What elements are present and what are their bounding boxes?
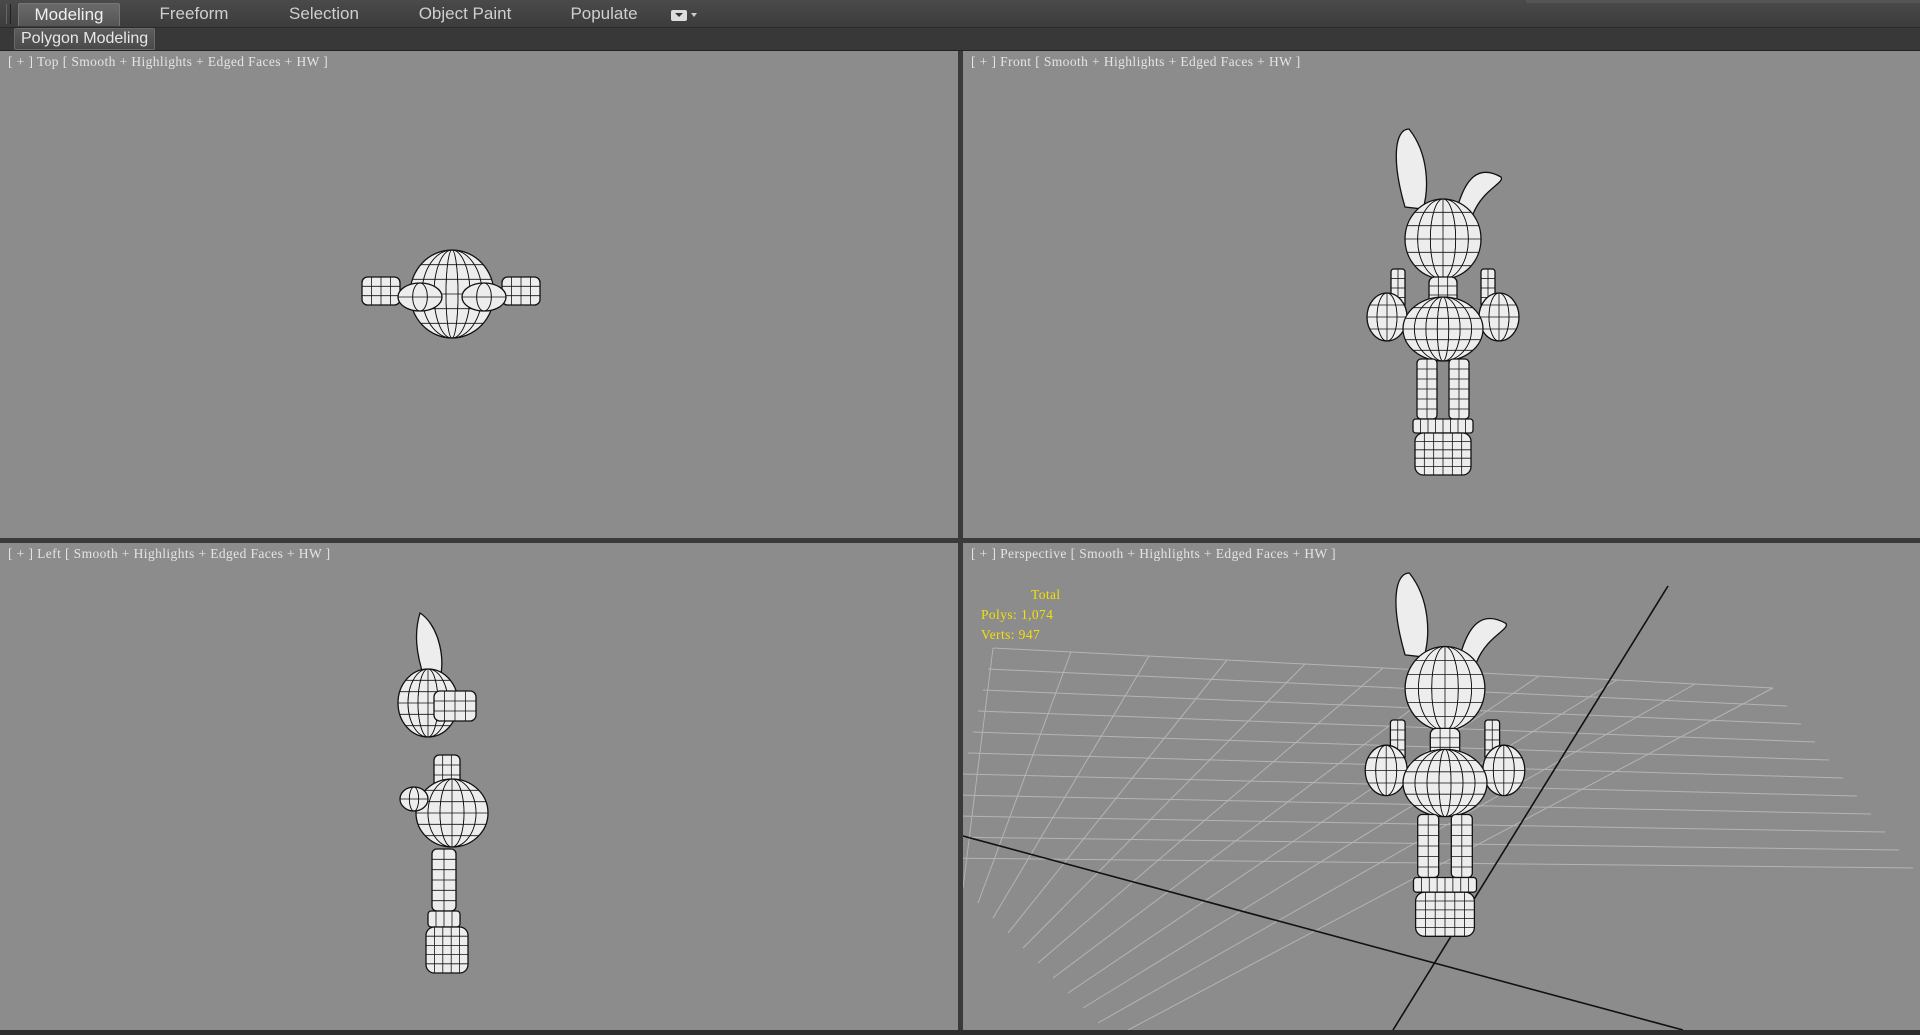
perspective-view-leg-cuffs [1412, 876, 1478, 893]
top-view-left-arm [397, 282, 443, 312]
viewport-menu-top[interactable]: [ + ] [8, 54, 33, 69]
perspective-view-left-ear [1395, 572, 1429, 658]
tab-selection[interactable]: Selection [272, 3, 376, 25]
viewport-pov-perspective[interactable]: Perspective [1000, 546, 1067, 561]
stats-verts: Verts: 947 [981, 627, 1041, 642]
front-view-belly [1402, 296, 1484, 362]
display-dropdown-icon [671, 9, 687, 21]
left-view-hand [399, 786, 429, 812]
viewport-menu-left[interactable]: [ + ] [8, 546, 33, 561]
tab-freeform[interactable]: Freeform [144, 3, 244, 25]
ribbon-display-menu-button[interactable] [671, 7, 705, 23]
viewport-shading-left[interactable]: [ Smooth + Highlights + Edged Faces + HW… [65, 546, 331, 561]
perspective-view-right-leg [1450, 813, 1473, 879]
status-bar-edge [0, 1030, 1920, 1035]
ribbon-panel-bar: Polygon Modeling [0, 28, 1920, 51]
front-view-head [1404, 198, 1482, 280]
front-view-left-glove [1366, 292, 1408, 342]
viewport-front[interactable]: [ + ] Front [ Smooth + Highlights + Edge… [963, 51, 1920, 538]
front-view-leg-cuffs [1412, 418, 1474, 434]
front-view-mesh [1366, 128, 1520, 476]
perspective-view-left-glove [1364, 744, 1408, 797]
left-view-boot [425, 926, 469, 974]
viewport-left[interactable]: [ + ] Left [ Smooth + Highlights + Edged… [0, 543, 958, 1030]
chevron-down-icon [691, 13, 697, 17]
viewport-label-perspective: [ + ] Perspective [ Smooth + Highlights … [971, 546, 1336, 562]
stats-total-label: Total [1031, 587, 1061, 602]
tab-modeling[interactable]: Modeling [18, 3, 120, 26]
front-view-boots [1414, 432, 1472, 476]
perspective-view-belly [1402, 748, 1488, 818]
top-view-right-glove [501, 276, 541, 306]
viewport-pov-front[interactable]: Front [1000, 54, 1031, 69]
top-view-mesh [361, 249, 541, 339]
left-view-belly [415, 778, 489, 848]
viewport-pov-top[interactable]: Top [37, 54, 59, 69]
viewport-pov-left[interactable]: Left [37, 546, 61, 561]
top-view-right-arm [461, 282, 507, 312]
viewport-label-top: [ + ] Top [ Smooth + Highlights + Edged … [8, 54, 328, 70]
left-view-face [433, 690, 477, 722]
front-view-left-ear [1395, 128, 1428, 210]
left-view-leg [431, 848, 457, 912]
perspective-view-scene [963, 572, 1914, 1030]
polygon-modeling-button[interactable]: Polygon Modeling [14, 28, 156, 50]
tab-object-paint[interactable]: Object Paint [410, 3, 520, 25]
ribbon-grip-handle[interactable] [6, 4, 11, 24]
scene-statistics: Total Polys: 1,074 Verts: 947 [981, 585, 1061, 645]
ribbon-tab-bar: Modeling Freeform Selection Object Paint… [0, 0, 1920, 28]
left-view-cuff [427, 910, 461, 928]
stats-polys: Polys: 1,074 [981, 607, 1054, 622]
perspective-view-head [1404, 645, 1486, 732]
front-view-right-leg [1448, 358, 1470, 420]
viewport-menu-perspective[interactable]: [ + ] [971, 546, 996, 561]
viewport-shading-top[interactable]: [ Smooth + Highlights + Edged Faces + HW… [63, 54, 329, 69]
ribbon-strip-divider [1526, 0, 1920, 3]
viewport-shading-perspective[interactable]: [ Smooth + Highlights + Edged Faces + HW… [1071, 546, 1337, 561]
left-view-mesh [397, 611, 489, 974]
viewport-label-left: [ + ] Left [ Smooth + Highlights + Edged… [8, 546, 331, 562]
viewport-label-front: [ + ] Front [ Smooth + Highlights + Edge… [971, 54, 1301, 70]
viewport-perspective[interactable]: [ + ] Perspective [ Smooth + Highlights … [963, 543, 1920, 1030]
perspective-view-boots [1414, 891, 1476, 937]
viewport-shading-front[interactable]: [ Smooth + Highlights + Edged Faces + HW… [1035, 54, 1301, 69]
viewport-top[interactable]: [ + ] Top [ Smooth + Highlights + Edged … [0, 51, 958, 538]
front-view-right-glove [1478, 292, 1520, 342]
top-view-left-glove [361, 276, 401, 306]
viewport-menu-front[interactable]: [ + ] [971, 54, 996, 69]
perspective-view-right-glove [1482, 744, 1526, 797]
front-view-left-leg [1416, 358, 1438, 420]
perspective-view-left-leg [1417, 813, 1440, 879]
tab-populate[interactable]: Populate [554, 3, 654, 25]
